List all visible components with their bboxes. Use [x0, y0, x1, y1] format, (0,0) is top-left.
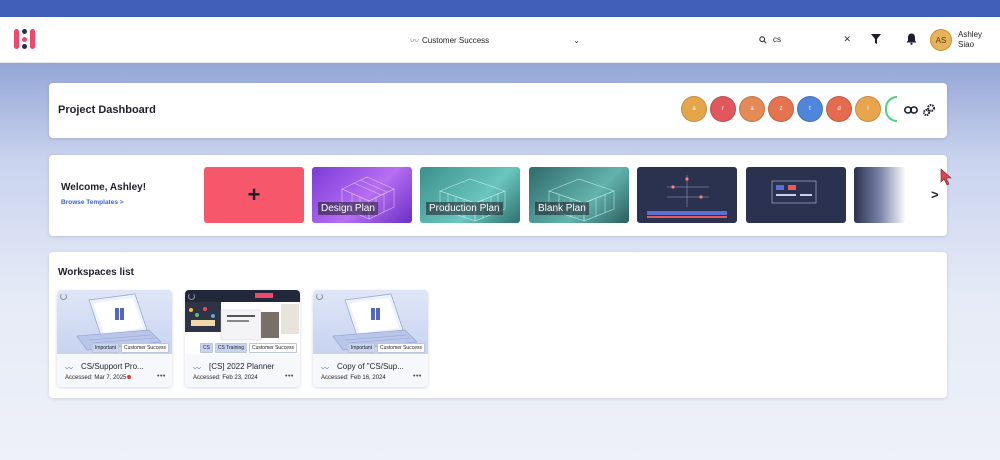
workspace-accessed-date: Accessed: Mar 7, 2025 [65, 375, 127, 381]
workspace-tags: Important Customer Success [313, 343, 428, 353]
browse-templates-link[interactable]: Browse Templates > [61, 199, 124, 206]
project-dashboard-card: Project Dashboard a r a z t d l [49, 83, 947, 138]
team-wave-icon: 〰 [65, 364, 73, 373]
search-box[interactable]: ✕ [754, 31, 856, 48]
app-header: 〰 Customer Success ⌄ ✕ AS Ashley Siao [0, 17, 1000, 63]
template-production-plan[interactable]: Production Plan [420, 167, 520, 223]
template-label: Production Plan [426, 202, 503, 215]
member-avatar[interactable]: d [826, 96, 852, 122]
team-select-value: Customer Success [422, 35, 490, 45]
tag-badge: Customer Success [377, 343, 425, 353]
loading-spinner-icon [316, 293, 323, 300]
template-diagram-3[interactable] [854, 167, 906, 223]
workspace-accessed-date: Accessed: Feb 16, 2024 [321, 375, 386, 381]
diagram-thumbnail [771, 180, 817, 204]
welcome-title: Welcome, Ashley! [61, 182, 147, 193]
member-avatars: a r a z t d l [681, 96, 897, 124]
template-blank-plan[interactable]: Blank Plan [529, 167, 629, 223]
user-first-name: Ashley [958, 30, 983, 39]
template-diagram-2[interactable] [746, 167, 846, 223]
workspace-accessed: Accessed: Mar 7, 2025 [65, 375, 132, 381]
clear-search-icon[interactable]: ✕ [843, 34, 851, 45]
workspaces-card: Workspaces list Important Customer Succe… [49, 252, 947, 398]
workspace-name: Copy of "CS/Sup... [337, 362, 404, 371]
mouse-cursor-icon [940, 168, 952, 186]
welcome-card: Welcome, Ashley! Browse Templates > + De… [49, 155, 947, 236]
next-templates-button[interactable]: > [931, 187, 939, 202]
member-avatar[interactable]: a [739, 96, 765, 122]
workspace-thumbnail: Important Customer Success [313, 290, 428, 354]
top-band [0, 0, 1000, 17]
template-label: Design Plan [318, 202, 378, 215]
loading-spinner-icon [60, 293, 67, 300]
more-options-button[interactable]: ••• [413, 373, 422, 380]
tag-badge: CS Training [214, 343, 248, 353]
logo-bar-right [30, 29, 35, 49]
workspaces-title: Workspaces list [58, 267, 134, 278]
workspace-name: [CS] 2022 Planner [209, 362, 275, 371]
workspace-tile[interactable]: CS CS Training Customer Success 〰 [CS] 2… [185, 290, 300, 387]
template-design-plan[interactable]: Design Plan [312, 167, 412, 223]
workspace-accessed-date: Accessed: Feb 23, 2024 [193, 375, 258, 381]
workspace-tile[interactable]: Important Customer Success 〰 Copy of "CS… [313, 290, 428, 387]
member-avatar[interactable]: a [681, 96, 707, 122]
member-avatar[interactable]: z [768, 96, 794, 122]
member-avatar-partial[interactable] [885, 96, 897, 122]
tag-badge: CS [199, 343, 213, 353]
search-icon [759, 35, 767, 44]
template-diagram-1[interactable] [637, 167, 737, 223]
user-last-name: Siao [958, 40, 975, 49]
more-options-button[interactable]: ••• [285, 373, 294, 380]
bell-icon[interactable] [906, 33, 917, 45]
team-wave-icon: 〰 [321, 364, 329, 373]
user-avatar[interactable]: AS [930, 29, 952, 51]
settings-gear-icon[interactable] [922, 103, 936, 117]
workspace-name: CS/Support Pro... [81, 362, 144, 371]
plus-icon: + [247, 182, 261, 207]
tag-badge: Customer Success [121, 343, 169, 353]
team-wave-icon: 〰 [193, 364, 201, 373]
dashboard-title: Project Dashboard [58, 104, 156, 116]
member-avatar[interactable]: l [855, 96, 881, 122]
logo-dot [22, 29, 27, 34]
tag-badge: Important [347, 343, 376, 353]
workspace-thumbnail: CS CS Training Customer Success [185, 290, 300, 354]
workspace-thumbnail: Important Customer Success [57, 290, 172, 354]
team-wave-icon: 〰 [410, 35, 420, 46]
logo-dot [22, 44, 27, 49]
logo-dot [22, 37, 27, 42]
member-avatar[interactable]: t [797, 96, 823, 122]
filter-icon[interactable] [871, 34, 881, 44]
search-input[interactable] [773, 35, 833, 44]
unread-dot-icon [127, 375, 132, 379]
user-name[interactable]: Ashley Siao [958, 30, 998, 50]
workspace-tags: Important Customer Success [57, 343, 172, 353]
diagram-thumbnail [647, 175, 727, 218]
chevron-down-icon: ⌄ [573, 35, 580, 45]
create-new-button[interactable]: + [204, 167, 304, 223]
loading-spinner-icon [188, 293, 195, 300]
workspace-tile[interactable]: Important Customer Success 〰 CS/Support … [57, 290, 172, 387]
more-options-button[interactable]: ••• [157, 373, 166, 380]
workspace-tags: CS CS Training Customer Success [185, 343, 300, 353]
app-logo[interactable] [14, 27, 38, 51]
tag-badge: Customer Success [249, 343, 297, 353]
link-icon[interactable] [904, 105, 918, 115]
tag-badge: Important [91, 343, 120, 353]
template-label: Blank Plan [535, 202, 589, 215]
logo-bar-left [14, 29, 19, 49]
member-avatar[interactable]: r [710, 96, 736, 122]
team-select[interactable]: 〰 Customer Success ⌄ [410, 32, 580, 48]
